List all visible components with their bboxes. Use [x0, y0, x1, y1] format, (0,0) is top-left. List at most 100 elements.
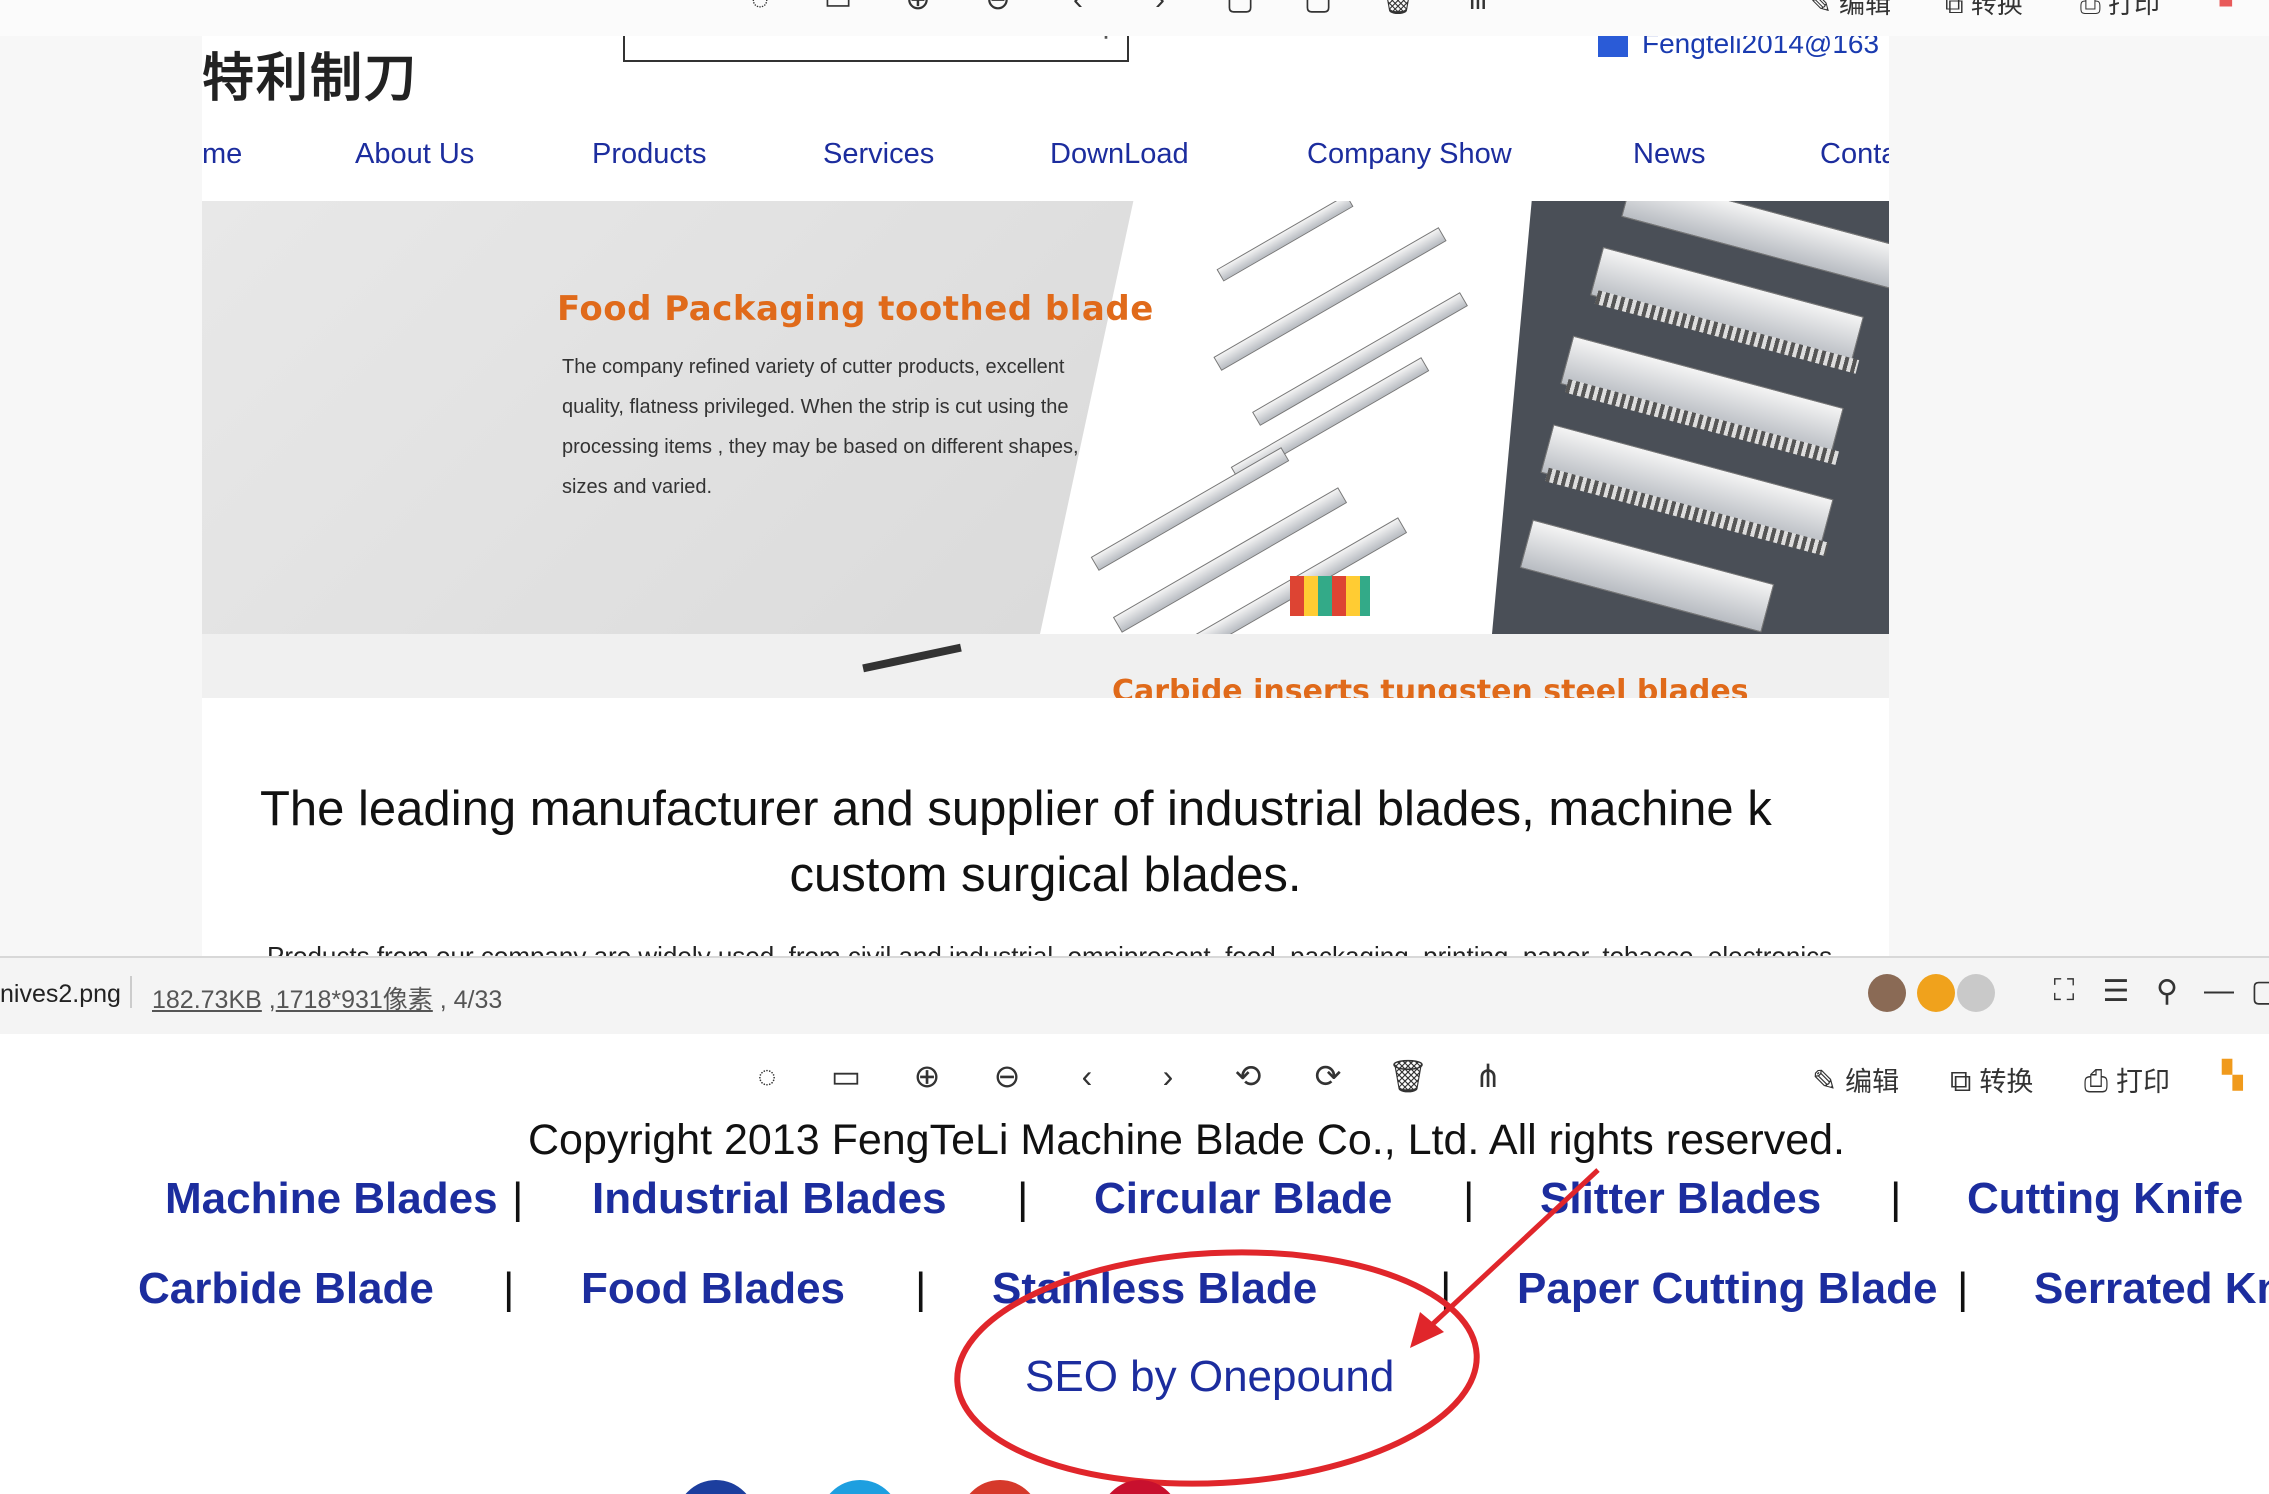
print-icon: ⎙ — [2080, 0, 2109, 19]
convert-label: 转换 — [1979, 1067, 2034, 1097]
rotate-right-icon[interactable]: ⟳ — [1306, 1054, 1350, 1098]
file-name: nives2.png — [0, 980, 121, 1008]
footer-link-machine-blades[interactable]: Machine Blades — [165, 1174, 498, 1224]
convert-button[interactable]: ⧉ 转换 — [1950, 1060, 2033, 1099]
viewer-statusbar: nives2.png 182.73KB ,1718*931像素 , 4/33 ⛶… — [0, 958, 2269, 1034]
print-label: 打印 — [2108, 0, 2161, 19]
fit-screen-icon[interactable]: ▭ — [824, 1054, 868, 1098]
mouse-icon[interactable]: ◌ — [740, 0, 780, 18]
top-toolbar: ◌ ▭ ⊕ ⊖ ‹ › ▢ ▢ 🗑 ⋔ ✎ 编辑 ⧉ 转换 ⎙ 打印 ■ — [0, 0, 2269, 36]
delete-icon[interactable]: 🗑 — [1378, 0, 1418, 18]
mail-icon — [1598, 36, 1628, 57]
file-position: 4/33 — [453, 986, 503, 1014]
search-icon[interactable]: ⚲ — [1095, 36, 1117, 43]
next-image-icon[interactable]: › — [1146, 1054, 1190, 1098]
convert-icon: ⧉ — [1950, 1065, 1972, 1098]
nav-item-download[interactable]: DownLoad — [1050, 138, 1189, 171]
footer-link-industrial-blades[interactable]: Industrial Blades — [592, 1174, 947, 1224]
nav-item-home[interactable]: me — [202, 138, 242, 171]
link-separator: | — [915, 1264, 927, 1313]
fit-screen-icon[interactable]: ▭ — [818, 0, 858, 18]
apps-icon[interactable]: ▚ — [2222, 1060, 2243, 1091]
link-separator: | — [512, 1174, 524, 1223]
menu-icon[interactable]: ☰ — [2096, 974, 2136, 1009]
print-button[interactable]: ⎙ 打印 — [2080, 0, 2160, 21]
maximize-icon[interactable]: ▢ — [2245, 974, 2269, 1009]
mouse-icon[interactable]: ◌ — [745, 1054, 789, 1098]
site-footer: Copyright 2013 FengTeLi Machine Blade Co… — [0, 1122, 2269, 1494]
link-separator: | — [1890, 1174, 1902, 1223]
image-viewer-window: nives2.png 182.73KB ,1718*931像素 , 4/33 ⛶… — [0, 956, 2269, 1494]
share-icon[interactable]: ⋔ — [1466, 1054, 1510, 1098]
nav-item-contact[interactable]: Conta — [1820, 138, 1889, 171]
banner-next-slide-title: Carbide inserts tungsten steel blades — [1112, 674, 1749, 698]
site-search-input[interactable] — [637, 36, 1057, 42]
page-headline: The leading manufacturer and supplier of… — [202, 776, 1889, 908]
headline-line-2: custom surgical blades. — [789, 848, 1302, 902]
link-separator: | — [1957, 1264, 1969, 1313]
hero-banner[interactable]: Food Packaging toothed blade The company… — [202, 201, 1889, 698]
rotate-right-icon[interactable]: ▢ — [1298, 0, 1338, 18]
delete-icon[interactable]: 🗑 — [1386, 1054, 1430, 1098]
seo-by-onepound-link[interactable]: SEO by Onepound — [1025, 1352, 1394, 1402]
site-logo[interactable]: 特利制刀 — [202, 36, 418, 111]
rotate-left-icon[interactable]: ▢ — [1220, 0, 1260, 18]
share-icon[interactable]: ⋔ — [1458, 0, 1498, 18]
banner-title: Food Packaging toothed blade — [557, 289, 1154, 329]
convert-button[interactable]: ⧉ 转换 — [1945, 0, 2023, 21]
vip-badge-icon[interactable] — [1917, 974, 1955, 1012]
footer-link-circular-blade[interactable]: Circular Blade — [1094, 1174, 1392, 1224]
rotate-left-icon[interactable]: ⟲ — [1226, 1054, 1270, 1098]
avatar[interactable] — [1868, 974, 1906, 1012]
previous-image-icon[interactable]: ‹ — [1065, 1054, 1109, 1098]
nav-item-products[interactable]: Products — [592, 138, 706, 171]
link-separator: | — [1463, 1174, 1475, 1223]
apps-icon[interactable]: ■ — [2218, 0, 2234, 15]
footer-link-carbide-blade[interactable]: Carbide Blade — [138, 1264, 434, 1314]
site-email[interactable]: Fengteli2014@163 — [1598, 36, 1879, 60]
footer-link-slitter-blades[interactable]: Slitter Blades — [1540, 1174, 1821, 1224]
edit-button[interactable]: ✎ 编辑 — [1812, 1060, 1899, 1099]
site-search-box[interactable]: ⚲ — [623, 36, 1129, 62]
banner-description: The company refined variety of cutter pr… — [562, 356, 1079, 498]
file-dimensions[interactable]: 1718*931像素 — [276, 986, 433, 1014]
viewer-toolbar: ◌ ▭ ⊕ ⊖ ‹ › ⟲ ⟳ 🗑 ⋔ ✎ 编辑 ⧉ 转换 ⎙ 打印 ▚ — [0, 1034, 2269, 1122]
footer-link-paper-cutting-blade[interactable]: Paper Cutting Blade — [1517, 1264, 1938, 1314]
zoom-out-icon[interactable]: ⊖ — [985, 1054, 1029, 1098]
nav-item-about[interactable]: About Us — [355, 138, 474, 171]
divider — [130, 976, 132, 1008]
nav-item-news[interactable]: News — [1633, 138, 1706, 171]
background-window: ◌ ▭ ⊕ ⊖ ‹ › ▢ ▢ 🗑 ⋔ ✎ 编辑 ⧉ 转换 ⎙ 打印 ■ 特利制… — [0, 0, 2269, 958]
site-email-text: Fengteli2014@163 — [1642, 36, 1880, 59]
fullscreen-icon[interactable]: ⛶ — [2044, 974, 2084, 1008]
zoom-in-icon[interactable]: ⊕ — [898, 0, 938, 18]
nav-item-company-show[interactable]: Company Show — [1307, 138, 1512, 171]
minimize-icon[interactable]: — — [2199, 974, 2239, 1008]
convert-label: 转换 — [1970, 0, 2023, 19]
footer-link-cutting-knife[interactable]: Cutting Knife — [1967, 1174, 2243, 1224]
banner-dark-panel — [1492, 201, 1889, 634]
zoom-in-icon[interactable]: ⊕ — [905, 1054, 949, 1098]
pin-icon[interactable]: ⚲ — [2147, 974, 2187, 1009]
prev-icon[interactable]: ‹ — [1058, 0, 1098, 18]
nav-item-services[interactable]: Services — [823, 138, 934, 171]
copyright-text: Copyright 2013 FengTeLi Machine Blade Co… — [528, 1122, 1846, 1164]
footer-link-stainless-blade[interactable]: Stainless Blade — [992, 1264, 1317, 1314]
convert-icon: ⧉ — [1945, 0, 1971, 19]
annotation-arrow-head — [1410, 1312, 1444, 1348]
next-icon[interactable]: › — [1140, 0, 1180, 18]
edit-icon: ✎ — [1812, 1065, 1838, 1098]
zoom-out-icon[interactable]: ⊖ — [978, 0, 1018, 18]
edit-label: 编辑 — [1839, 0, 1892, 19]
footer-link-food-blades[interactable]: Food Blades — [581, 1264, 845, 1314]
site-nav: me About Us Products Services DownLoad C… — [202, 138, 1889, 198]
edit-label: 编辑 — [1845, 1067, 1900, 1097]
headline-line-1: The leading manufacturer and supplier of… — [260, 782, 1772, 836]
link-separator: | — [1017, 1174, 1029, 1223]
footer-link-serrated-knife[interactable]: Serrated Kn — [2034, 1264, 2269, 1314]
banner-next-slide: Carbide inserts tungsten steel blades — [202, 634, 1889, 698]
print-button[interactable]: ⎙ 打印 — [2084, 1060, 2170, 1099]
s-badge-icon[interactable] — [1957, 974, 1995, 1012]
edit-button[interactable]: ✎ 编辑 — [1810, 0, 1891, 21]
file-size[interactable]: 182.73KB — [152, 986, 262, 1014]
